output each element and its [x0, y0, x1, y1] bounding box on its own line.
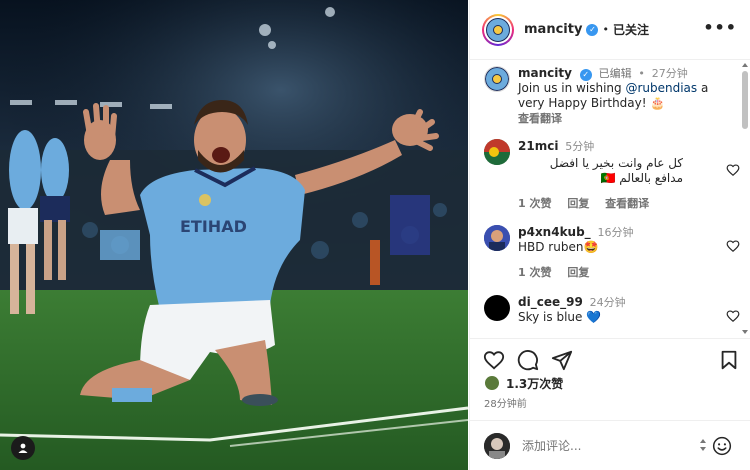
caption-username[interactable]: mancity — [518, 66, 572, 80]
comment-time: 16分钟 — [597, 226, 634, 239]
comment-text: كل عام وانت بخير يا افضل مدافع بالعالم 🇵… — [549, 156, 683, 185]
heart-icon[interactable] — [483, 349, 505, 371]
scroll-down-arrow-icon[interactable] — [742, 330, 748, 334]
post-header: mancity ✓ • 已关注 ••• — [470, 0, 750, 60]
post-actions-bar — [470, 338, 750, 371]
reply-button[interactable]: 回复 — [567, 197, 589, 210]
author-username[interactable]: mancity — [524, 22, 582, 37]
like-comment-icon[interactable] — [726, 309, 740, 323]
comment-text: Sky is blue 💙 — [518, 310, 602, 324]
caption-text-start: Join us in wishing — [518, 81, 626, 95]
reply-button[interactable]: 回复 — [567, 266, 589, 279]
caption-avatar[interactable] — [484, 66, 510, 92]
caption-text: Join us in wishing @rubendias a very Hap… — [518, 81, 718, 111]
liker-avatar[interactable] — [484, 375, 500, 391]
comments-list[interactable]: mancity ✓ 已编辑 • 27分钟 Join us in wishing … — [470, 61, 750, 336]
separator-dot: • — [602, 23, 609, 36]
like-comment-icon[interactable] — [726, 163, 740, 177]
comment-time: 24分钟 — [589, 296, 626, 309]
commenter-username[interactable]: 21mci — [518, 139, 558, 153]
scroll-up-arrow-icon[interactable] — [742, 63, 748, 67]
scrollbar-thumb[interactable] — [742, 71, 748, 129]
author-avatar[interactable] — [482, 13, 514, 46]
posted-time: 28分钟前 — [484, 399, 527, 410]
following-button[interactable]: 已关注 — [613, 21, 649, 38]
send-icon[interactable] — [551, 349, 573, 371]
comment-text: HBD ruben🤩 — [518, 240, 599, 254]
caption-time: 27分钟 — [651, 67, 688, 80]
likes-row: 1.3万次赞 — [484, 373, 563, 393]
more-options-button[interactable]: ••• — [703, 20, 737, 36]
comments-scrollbar[interactable] — [741, 61, 749, 336]
comment-time: 5分钟 — [565, 140, 595, 153]
edited-label: 已编辑 — [598, 67, 632, 80]
emoji-icon[interactable] — [712, 436, 732, 456]
comment-input[interactable] — [522, 438, 682, 453]
bookmark-icon[interactable] — [718, 349, 740, 371]
player-celebration-image: ETIHAD — [0, 0, 468, 470]
comment-likes[interactable]: 1 次赞 — [518, 197, 551, 210]
comment-likes[interactable]: 1 次赞 — [518, 266, 551, 279]
comment-icon[interactable] — [517, 349, 539, 371]
commenter-username[interactable]: p4xn4kub_ — [518, 225, 591, 239]
commenter-avatar[interactable] — [484, 139, 510, 165]
commenter-avatar[interactable] — [484, 295, 510, 321]
see-translation-link[interactable]: 查看翻译 — [605, 197, 649, 210]
post-photo[interactable]: ETIHAD — [0, 0, 468, 470]
comment-composer — [470, 420, 750, 470]
input-stepper-icon[interactable] — [699, 437, 707, 453]
like-comment-icon[interactable] — [726, 239, 740, 253]
user-tag-icon — [18, 443, 28, 453]
club-crest-icon — [486, 17, 510, 42]
post-details-panel: mancity ✓ • 已关注 ••• mancity ✓ 已编辑 • 27分钟… — [469, 0, 750, 470]
like-count[interactable]: 1.3万次赞 — [506, 375, 563, 392]
comment-actions: 1 次赞 回复 查看翻译 — [518, 196, 718, 211]
commenter-username[interactable]: di_cee_99 — [518, 295, 583, 309]
see-translation-link[interactable]: 查看翻译 — [518, 111, 718, 126]
mention-link[interactable]: @rubendias — [625, 81, 697, 95]
caption-dot: • — [638, 67, 645, 80]
verified-badge-icon: ✓ — [586, 23, 599, 36]
club-crest-icon — [485, 67, 509, 91]
current-user-avatar — [484, 432, 510, 459]
commenter-avatar[interactable] — [484, 225, 510, 251]
svg-text:ETIHAD: ETIHAD — [180, 217, 247, 236]
verified-badge-icon: ✓ — [579, 68, 592, 81]
tagged-users-button[interactable] — [11, 436, 35, 460]
comment-actions: 1 次赞 回复 — [518, 265, 718, 280]
